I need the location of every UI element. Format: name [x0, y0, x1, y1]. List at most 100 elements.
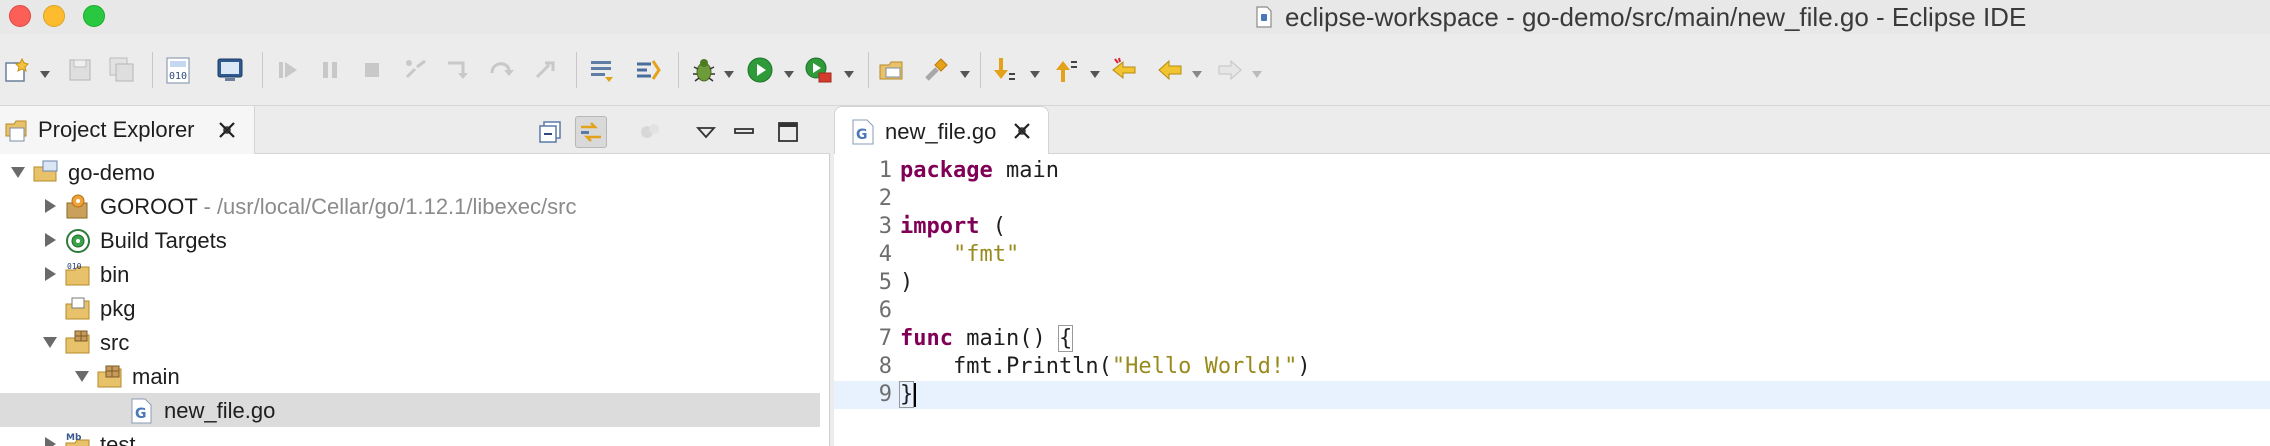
open-task-list-icon[interactable] [586, 54, 618, 86]
run-play-icon[interactable] [744, 54, 776, 86]
next-annotation-icon[interactable] [988, 54, 1020, 86]
tree-item-src[interactable]: src [0, 325, 820, 359]
back-dropdown-chevron-down-icon[interactable] [1192, 66, 1202, 78]
code-line[interactable]: 2 [834, 185, 2270, 213]
debug-bug-icon[interactable] [688, 54, 720, 86]
line-number: 3 [878, 214, 892, 239]
source-folder-icon [64, 329, 92, 357]
tree-item-new-file-go[interactable]: Gnew_file.go [0, 393, 820, 427]
search-flashlight-icon[interactable] [920, 54, 952, 86]
binary-010-icon[interactable]: 010 [162, 54, 194, 86]
code-text: func main() { [900, 325, 1074, 352]
code-line[interactable]: 9} [834, 381, 2270, 409]
tree-item-go-demo[interactable]: go-demo [0, 155, 820, 189]
minimize-view-icon[interactable] [728, 116, 760, 148]
close-window-button[interactable] [9, 5, 31, 27]
step-return-icon[interactable] [530, 54, 562, 86]
run-dropdown-chevron-down-icon[interactable] [784, 66, 794, 78]
code-line[interactable]: 5) [834, 269, 2270, 297]
tree-item-label: bin [100, 262, 130, 287]
search-dropdown-chevron-down-icon[interactable] [960, 66, 970, 78]
collapsed-chevron-right-icon[interactable] [42, 232, 58, 248]
code-text: ) [900, 270, 914, 295]
collapsed-chevron-right-icon[interactable] [42, 266, 58, 282]
binary-folder-icon: 010 [64, 261, 92, 289]
code-line[interactable]: 7 func main() { [834, 325, 2270, 353]
test-folder-icon: Mb [64, 431, 92, 446]
external-tools-dropdown-chevron-down-icon[interactable] [844, 66, 854, 78]
new-dropdown-chevron-down-icon[interactable] [40, 66, 50, 78]
tree-item-build-targets[interactable]: Build Targets [0, 223, 820, 257]
debug-dropdown-chevron-down-icon[interactable] [724, 66, 734, 78]
tree-item-goroot[interactable]: GOROOT - /usr/local/Cellar/go/1.12.1/lib… [0, 189, 820, 223]
suspend-icon[interactable] [314, 54, 346, 86]
previous-annotation-dropdown-chevron-down-icon[interactable] [1090, 66, 1100, 78]
close-icon[interactable] [1011, 120, 1033, 142]
tree-item-label: new_file.go [164, 398, 276, 423]
collapse-all-button[interactable] [534, 116, 566, 148]
go-file-icon: G [852, 119, 874, 145]
tree-item-main[interactable]: main [0, 359, 820, 393]
build-targets-icon [64, 227, 92, 255]
document-proxy-icon[interactable] [1255, 6, 1273, 28]
code-editor[interactable]: 1 package main 2 3 import (4 "fmt" 5) 6 7 func m… [834, 154, 2270, 446]
tree-item-bin[interactable]: 010 bin [0, 257, 820, 291]
package-icon [96, 363, 124, 391]
run-external-tools-icon[interactable] [802, 54, 834, 86]
terminal-console-icon[interactable] [214, 54, 246, 86]
code-text: fmt.Println("Hello World!") [900, 354, 1311, 379]
last-edit-location-icon[interactable] [1108, 54, 1140, 86]
expanded-chevron-down-icon[interactable] [42, 334, 58, 350]
disconnect-icon[interactable] [400, 54, 432, 86]
title-bar: eclipse-workspace - go-demo/src/main/new… [0, 0, 2270, 34]
tree-item-pkg[interactable]: pkg [0, 291, 820, 325]
forward-dropdown-chevron-down-icon[interactable] [1252, 66, 1262, 78]
step-over-icon[interactable] [486, 54, 518, 86]
tab-new-file-go[interactable]: G new_file.go [834, 106, 1049, 154]
expanded-chevron-down-icon[interactable] [74, 368, 90, 384]
tree-item-test[interactable]: Mb test [0, 427, 820, 446]
editor-tab-label: new_file.go [885, 119, 997, 144]
code-text: } [898, 381, 917, 409]
go-file-icon: G [128, 397, 156, 425]
window-title: eclipse-workspace - go-demo/src/main/new… [1285, 1, 2027, 32]
resume-icon[interactable] [272, 54, 304, 86]
tab-project-explorer[interactable]: Project Explorer [0, 106, 255, 154]
save-all-icon[interactable] [106, 54, 138, 86]
code-line[interactable]: 4 "fmt" [834, 241, 2270, 269]
line-number: 9 [878, 382, 892, 407]
close-icon[interactable] [215, 118, 239, 142]
toggle-mark-occurrences-icon[interactable] [632, 54, 664, 86]
forward-arrow-icon[interactable] [1214, 54, 1246, 86]
terminate-icon[interactable] [356, 54, 388, 86]
open-folder-icon[interactable] [876, 54, 908, 86]
new-wizard-icon[interactable] [2, 54, 34, 86]
tree-item-label: go-demo [68, 160, 155, 185]
tree-item-label: Build Targets [100, 228, 227, 253]
step-into-icon[interactable] [442, 54, 474, 86]
line-number: 2 [878, 186, 892, 211]
zoom-window-button[interactable] [83, 5, 105, 27]
svg-text:G: G [135, 406, 147, 422]
project-folder-icon [32, 159, 60, 187]
maximize-view-icon[interactable] [772, 116, 804, 148]
code-line[interactable]: 1 package main [834, 157, 2270, 185]
editor-tab-bar: G new_file.go [834, 106, 2270, 154]
link-with-editor-button[interactable] [575, 116, 607, 148]
view-filters-icon[interactable] [634, 116, 666, 148]
collapsed-chevron-right-icon[interactable] [42, 198, 58, 214]
code-line[interactable]: 6 [834, 297, 2270, 325]
code-text: import ( [900, 214, 1006, 239]
next-annotation-dropdown-chevron-down-icon[interactable] [1030, 66, 1040, 78]
collapsed-chevron-right-icon[interactable] [42, 436, 58, 446]
code-line[interactable]: 8 fmt.Println("Hello World!") [834, 353, 2270, 381]
expanded-chevron-down-icon[interactable] [10, 164, 26, 180]
code-text: package main [900, 158, 1059, 183]
save-icon[interactable] [64, 54, 96, 86]
previous-annotation-icon[interactable] [1050, 54, 1082, 86]
back-arrow-icon[interactable] [1154, 54, 1186, 86]
project-tree: go-demo GOROOT - /usr/local/Cellar/go/1.1… [0, 154, 830, 446]
minimize-window-button[interactable] [43, 5, 65, 27]
code-line[interactable]: 3 import ( [834, 213, 2270, 241]
view-menu-chevron-down-icon[interactable] [690, 116, 722, 148]
